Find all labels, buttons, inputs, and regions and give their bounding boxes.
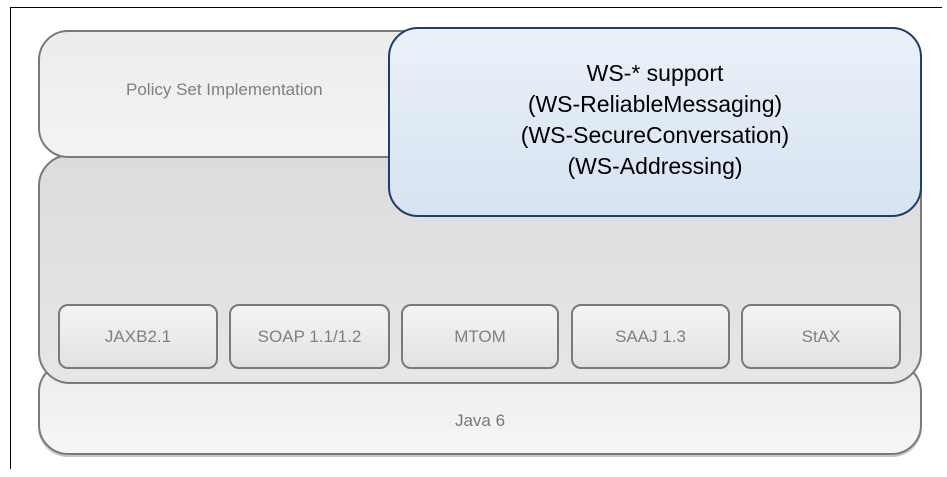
ws-addressing-label: (WS-Addressing)	[567, 153, 743, 179]
component-soap: SOAP 1.1/1.2	[229, 304, 390, 369]
ws-support-title: WS-* support	[586, 60, 724, 86]
java-runtime-label: Java 6	[454, 411, 506, 430]
ws-secure-conversation-label: (WS-SecureConversation)	[520, 122, 790, 148]
component-saaj: SAAJ 1.3	[571, 304, 730, 369]
component-stax: StAX	[741, 304, 901, 369]
component-mtom: MTOM	[401, 304, 559, 369]
ws-support-box: WS-* support (WS-ReliableMessaging) (WS-…	[388, 27, 922, 217]
ws-reliable-messaging-label: (WS-ReliableMessaging)	[527, 91, 783, 117]
component-jaxb: JAXB2.1	[58, 304, 218, 369]
policy-set-label: Policy Set Implementation	[126, 80, 323, 99]
